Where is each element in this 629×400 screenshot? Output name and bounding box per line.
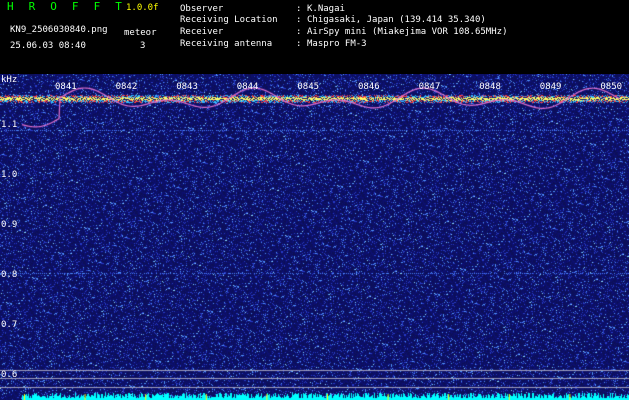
app-title: H R O F F T	[7, 0, 127, 13]
meteor-label: meteor	[124, 28, 157, 38]
time-tick-label: 0841	[55, 82, 77, 92]
time-tick-label: 0846	[358, 82, 380, 92]
info-colon: :	[296, 15, 302, 25]
spectrogram-canvas	[0, 74, 629, 400]
info-colon: :	[296, 27, 302, 37]
info-colon: :	[296, 4, 302, 14]
info-value-antenna: Maspro FM-3	[307, 39, 367, 49]
time-tick-label: 0845	[297, 82, 320, 92]
time-tick-label: 0847	[418, 82, 441, 92]
time-tick-label: 0849	[539, 82, 562, 92]
info-label-location: Receiving Location	[180, 15, 278, 25]
date-time: 25.06.03 08:40	[10, 41, 86, 51]
y-tick-label: 0.7	[1, 320, 18, 330]
y-tick-label: 1.0	[1, 170, 18, 180]
spectrogram-plot	[0, 74, 629, 400]
time-tick-label: 0850	[600, 82, 623, 92]
y-tick-label: 0.9	[1, 220, 18, 230]
info-value-location: Chigasaki, Japan (139.414 35.340)	[307, 15, 486, 25]
meteor-count: 3	[140, 41, 146, 51]
info-value-observer: K.Nagai	[307, 4, 345, 14]
y-tick-label: 1.1	[1, 120, 18, 130]
info-value-receiver: AirSpy mini (Miakejima VOR 108.65MHz)	[307, 27, 508, 37]
y-tick-label: 0.6	[1, 370, 18, 380]
time-tick-label: 0848	[479, 82, 501, 92]
version-label: 1.0.0f	[126, 3, 159, 13]
info-label-observer: Observer	[180, 4, 224, 14]
info-colon: :	[296, 39, 302, 49]
file-name: KN9_2506030840.png	[10, 25, 108, 35]
info-label-receiver: Receiver	[180, 27, 224, 37]
y-tick-label: 0.8	[1, 270, 18, 280]
frequency-unit-label: kHz	[1, 75, 18, 85]
header-panel: H R O F F T 1.0.0f KN9_2506030840.png 25…	[0, 0, 629, 74]
time-tick-label: 0844	[236, 82, 259, 92]
info-label-antenna: Receiving antenna	[180, 39, 273, 49]
time-tick-label: 0843	[176, 82, 198, 92]
time-tick-label: 0842	[115, 82, 138, 92]
